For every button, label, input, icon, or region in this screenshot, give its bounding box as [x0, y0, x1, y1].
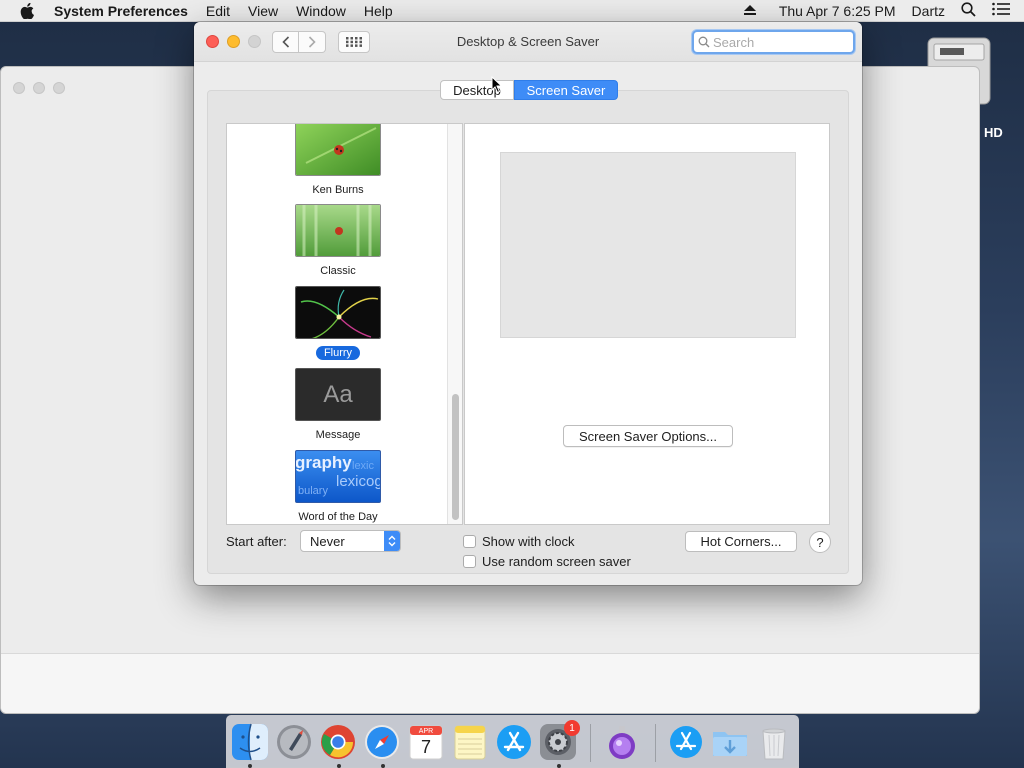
- ken-burns-thumbnail: [295, 124, 381, 176]
- downloads-folder-icon[interactable]: [711, 723, 749, 761]
- launchpad-icon[interactable]: [275, 723, 313, 761]
- list-item-message[interactable]: Aa Message: [227, 368, 449, 441]
- trash-icon[interactable]: [755, 723, 793, 761]
- notification-badge: 1: [564, 720, 580, 736]
- menu-clock[interactable]: Thu Apr 7 6:25 PM: [765, 3, 904, 19]
- classic-label: Classic: [320, 265, 356, 277]
- finder-running-dot: [248, 764, 252, 768]
- list-scroll-thumb[interactable]: [452, 394, 459, 520]
- chrome-icon[interactable]: [319, 723, 357, 761]
- hot-corners-button[interactable]: Hot Corners...: [685, 531, 797, 552]
- screen-saver-list[interactable]: Ken Burns Classic Flurry Aa Message grap…: [226, 123, 463, 525]
- background-window-controls: [13, 82, 65, 94]
- menu-edit[interactable]: Edit: [197, 3, 239, 19]
- list-item-flurry[interactable]: Flurry: [227, 286, 449, 360]
- mouse-cursor-icon: [491, 75, 503, 97]
- help-button[interactable]: ?: [809, 531, 831, 553]
- message-thumb-text: Aa: [323, 380, 353, 408]
- hard-disk-label: HD: [984, 125, 1003, 140]
- notes-icon[interactable]: [451, 723, 489, 761]
- show-with-clock-checkbox[interactable]: Show with clock: [463, 534, 574, 549]
- menu-app-name[interactable]: System Preferences: [54, 3, 197, 19]
- search-placeholder: Search: [713, 34, 755, 50]
- eject-icon[interactable]: [735, 3, 765, 19]
- list-item-ken-burns[interactable]: Ken Burns: [227, 124, 449, 196]
- word-thumb-line-1: graphy: [295, 453, 352, 472]
- applications-folder-icon[interactable]: [667, 723, 705, 761]
- screen-saver-options-button[interactable]: Screen Saver Options...: [563, 425, 733, 447]
- safari-running-dot: [381, 764, 385, 768]
- notification-center-icon[interactable]: [984, 2, 1024, 19]
- spotlight-icon[interactable]: [953, 1, 984, 20]
- word-thumb-line-4: lexic: [352, 460, 375, 472]
- start-after-label: Start after:: [226, 534, 287, 549]
- show-with-clock-label: Show with clock: [482, 534, 575, 549]
- tab-screen-saver[interactable]: Screen Saver: [514, 80, 618, 100]
- apple-menu-icon[interactable]: [0, 2, 54, 19]
- classic-thumbnail: [295, 204, 381, 257]
- preview-pane: Screen Saver Options...: [464, 123, 830, 525]
- finder-icon[interactable]: [231, 723, 269, 761]
- list-item-word-of-the-day[interactable]: graphy lexic lexicog bulary Word of the …: [227, 450, 449, 523]
- tab-control: Desktop Screen Saver: [440, 80, 618, 100]
- system-preferences-running-dot: [557, 764, 561, 768]
- word-thumb-line-2: lexicog: [336, 473, 381, 490]
- random-screen-saver-label: Use random screen saver: [482, 554, 631, 569]
- calendar-day: 7: [420, 737, 431, 757]
- search-icon: [698, 36, 710, 48]
- message-thumbnail: Aa: [295, 368, 381, 421]
- checkbox-box[interactable]: [463, 555, 476, 568]
- desktop-screensaver-window: Desktop & Screen Saver Search Desktop Sc…: [194, 22, 862, 585]
- safari-icon[interactable]: [363, 723, 401, 761]
- start-after-select[interactable]: Never: [300, 530, 401, 552]
- menu-bar: System Preferences Edit View Window Help…: [0, 0, 1024, 22]
- screen-saver-preview: [500, 152, 796, 338]
- menu-window[interactable]: Window: [287, 3, 355, 19]
- random-screen-saver-checkbox[interactable]: Use random screen saver: [463, 554, 631, 569]
- dock: APR 7 1: [226, 715, 799, 768]
- calendar-icon[interactable]: APR 7: [407, 723, 445, 761]
- list-scrollbar[interactable]: [447, 124, 462, 524]
- menu-user[interactable]: Dartz: [904, 3, 953, 19]
- flurry-thumbnail: [295, 286, 381, 339]
- checkbox-box[interactable]: [463, 535, 476, 548]
- screen-recorder-icon[interactable]: [603, 723, 641, 761]
- search-field[interactable]: Search: [692, 30, 855, 54]
- dock-separator: [590, 724, 591, 762]
- dock-separator: [655, 724, 656, 762]
- message-label: Message: [315, 429, 361, 441]
- list-item-classic[interactable]: Classic: [227, 204, 449, 277]
- word-of-the-day-label: Word of the Day: [298, 511, 378, 523]
- menu-view[interactable]: View: [239, 3, 287, 19]
- ken-burns-label: Ken Burns: [312, 184, 364, 196]
- word-thumb-line-3: bulary: [298, 485, 328, 497]
- calendar-month: APR: [418, 728, 434, 735]
- word-of-the-day-thumbnail: graphy lexic lexicog bulary: [295, 450, 381, 503]
- system-preferences-icon[interactable]: 1: [539, 720, 580, 761]
- title-bar: Desktop & Screen Saver Search: [194, 22, 862, 62]
- app-store-icon[interactable]: [495, 723, 533, 761]
- select-arrows-icon: [384, 531, 400, 551]
- chrome-running-dot: [337, 764, 341, 768]
- start-after-value: Never: [310, 534, 345, 549]
- flurry-label: Flurry: [315, 346, 361, 360]
- menu-help[interactable]: Help: [355, 3, 402, 19]
